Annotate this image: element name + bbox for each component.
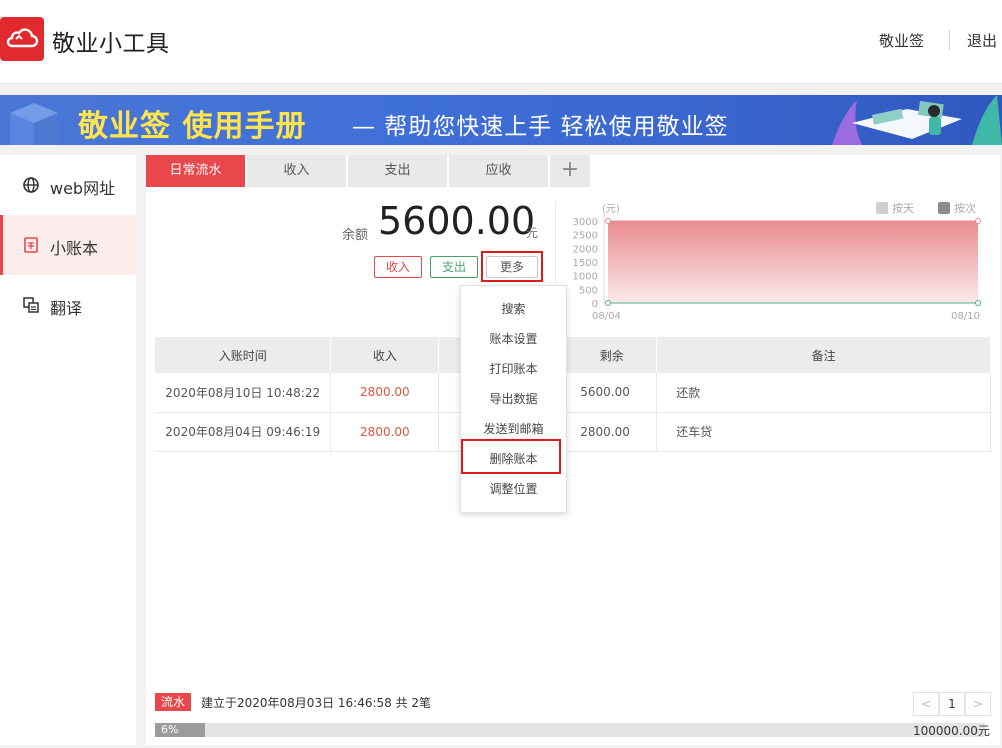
cloud-logo-icon bbox=[6, 28, 39, 48]
sidebar-item-translate[interactable]: 翻译 bbox=[0, 275, 136, 335]
menu-item-print-ledger[interactable]: 打印账本 bbox=[461, 354, 566, 384]
more-button[interactable]: 更多 bbox=[486, 256, 538, 278]
y-tick-label: 2500 bbox=[573, 231, 598, 242]
banner-subtitle: — 帮助您快速上手 轻松使用敬业签 bbox=[352, 114, 729, 140]
y-tick-label: 1000 bbox=[573, 272, 598, 283]
balance-value: 5600.00 bbox=[378, 199, 536, 243]
data-point bbox=[605, 218, 611, 224]
y-tick-label: 500 bbox=[579, 285, 598, 296]
menu-item-adjust-position[interactable]: 调整位置 bbox=[461, 474, 566, 504]
x-tick-label: 08/04 bbox=[592, 311, 621, 322]
app-logo bbox=[0, 17, 44, 61]
banner-cube-decoration bbox=[10, 103, 58, 145]
cell-balance: 5600.00 bbox=[566, 373, 658, 413]
tab-expense[interactable]: 支出 bbox=[348, 155, 447, 187]
table-row[interactable]: 2020年08月10日 10:48:22 2800.00 5600.00 还款 bbox=[155, 373, 991, 413]
table-header-row: 入账时间 收入 支出 剩余 备注 bbox=[155, 337, 991, 373]
add-tab-button[interactable]: + bbox=[550, 155, 590, 187]
header-divider bbox=[949, 30, 950, 50]
balance-unit: 元 bbox=[526, 226, 539, 240]
logout-link[interactable]: 退出 bbox=[967, 30, 997, 51]
cell-time: 2020年08月10日 10:48:22 bbox=[155, 373, 332, 413]
col-header-balance[interactable]: 剩余 bbox=[566, 337, 658, 373]
banner-illustration bbox=[832, 95, 1002, 145]
y-tick-label: 3000 bbox=[573, 217, 598, 228]
menu-item-search[interactable]: 搜索 bbox=[461, 294, 566, 324]
area-fill bbox=[608, 221, 978, 303]
progress-percent: 6% bbox=[161, 723, 179, 736]
tab-receivable[interactable]: 应收 bbox=[449, 155, 548, 187]
cell-income: 2800.00 bbox=[330, 412, 440, 452]
sidebar-item-web[interactable]: web网址 bbox=[0, 155, 136, 215]
flow-tag: 流水 bbox=[155, 693, 191, 711]
ledger-panel: 日常流水 收入 支出 应收 + 余额 5600.00 元 收入 支出 更多 (元… bbox=[146, 155, 1000, 745]
sidebar-item-ledger[interactable]: 小账本 bbox=[0, 215, 136, 275]
top-header: 敬业小工具 敬业签 退出 bbox=[0, 0, 1002, 84]
y-tick-label: 0 bbox=[592, 299, 598, 310]
cell-time: 2020年08月04日 09:46:19 bbox=[155, 412, 332, 452]
legend-swatch bbox=[876, 202, 888, 214]
progress-max: 100000.00元 bbox=[913, 724, 990, 738]
add-expense-button[interactable]: 支出 bbox=[430, 256, 478, 278]
cell-note: 还款 bbox=[656, 373, 991, 413]
balance-chart-svg: (元) 3000 2500 2000 1500 1000 500 0 08/04 08/10 按… bbox=[573, 201, 981, 322]
balance-chart: (元) 3000 2500 2000 1500 1000 500 0 08/04 08/10 按… bbox=[566, 199, 996, 329]
y-axis-unit: (元) bbox=[602, 204, 620, 215]
baseline-point bbox=[605, 300, 611, 306]
ledger-info: 建立于2020年08月03日 16:46:58 共 2笔 bbox=[201, 696, 432, 710]
page-number[interactable]: 1 bbox=[939, 692, 965, 716]
legend-swatch bbox=[938, 202, 950, 214]
col-header-income[interactable]: 收入 bbox=[330, 337, 440, 373]
prev-page-button[interactable]: < bbox=[913, 692, 939, 716]
app-title: 敬业小工具 bbox=[52, 31, 170, 57]
cell-note: 还车贷 bbox=[656, 412, 991, 452]
sidebar-item-label: 小账本 bbox=[50, 239, 99, 258]
y-tick-label: 2000 bbox=[573, 244, 598, 255]
manual-banner[interactable]: 敬业签 使用手册 — 帮助您快速上手 轻松使用敬业签 bbox=[0, 95, 1002, 145]
y-tick-label: 1500 bbox=[573, 258, 598, 269]
tab-daily-flow[interactable]: 日常流水 bbox=[146, 155, 245, 187]
app-root: 敬业小工具 敬业签 退出 敬业签 使用手册 — 帮助您快速上手 轻松使用敬业签 bbox=[0, 0, 1002, 748]
data-point bbox=[975, 218, 981, 224]
globe-icon bbox=[23, 177, 39, 193]
jingyeqian-link[interactable]: 敬业签 bbox=[879, 30, 924, 51]
ledger-table: 入账时间 收入 支出 剩余 备注 2020年08月10日 10:48:22 28… bbox=[155, 337, 991, 452]
banner-title: 敬业签 使用手册 bbox=[78, 109, 307, 144]
table-row[interactable]: 2020年08月04日 09:46:19 2800.00 2800.00 还车贷 bbox=[155, 412, 991, 452]
sidebar: web网址 小账本 翻译 bbox=[0, 155, 136, 745]
sidebar-item-label: 翻译 bbox=[50, 299, 83, 318]
baseline-point bbox=[975, 300, 981, 306]
legend-label[interactable]: 按天 bbox=[892, 201, 914, 215]
balance-label: 余额 bbox=[342, 228, 369, 243]
menu-item-delete-ledger[interactable]: 删除账本 bbox=[461, 444, 566, 474]
menu-item-ledger-settings[interactable]: 账本设置 bbox=[461, 324, 566, 354]
legend-label[interactable]: 按次 bbox=[954, 201, 976, 215]
menu-item-send-email[interactable]: 发送到邮箱 bbox=[461, 414, 566, 444]
cell-income: 2800.00 bbox=[330, 373, 440, 413]
more-dropdown-menu: 搜索 账本设置 打印账本 导出数据 发送到邮箱 删除账本 调整位置 bbox=[460, 285, 567, 513]
x-tick-label: 08/10 bbox=[951, 311, 980, 322]
translate-icon bbox=[23, 297, 39, 313]
cell-balance: 2800.00 bbox=[566, 412, 658, 452]
menu-item-export-data[interactable]: 导出数据 bbox=[461, 384, 566, 414]
col-header-note[interactable]: 备注 bbox=[656, 337, 991, 373]
add-income-button[interactable]: 收入 bbox=[374, 256, 422, 278]
next-page-button[interactable]: > bbox=[965, 692, 991, 716]
budget-progress-bar: 6% bbox=[155, 723, 985, 737]
col-header-time[interactable]: 入账时间 bbox=[155, 337, 332, 373]
sidebar-item-label: web网址 bbox=[50, 179, 116, 198]
tab-income[interactable]: 收入 bbox=[247, 155, 346, 187]
ledger-icon bbox=[24, 237, 38, 253]
